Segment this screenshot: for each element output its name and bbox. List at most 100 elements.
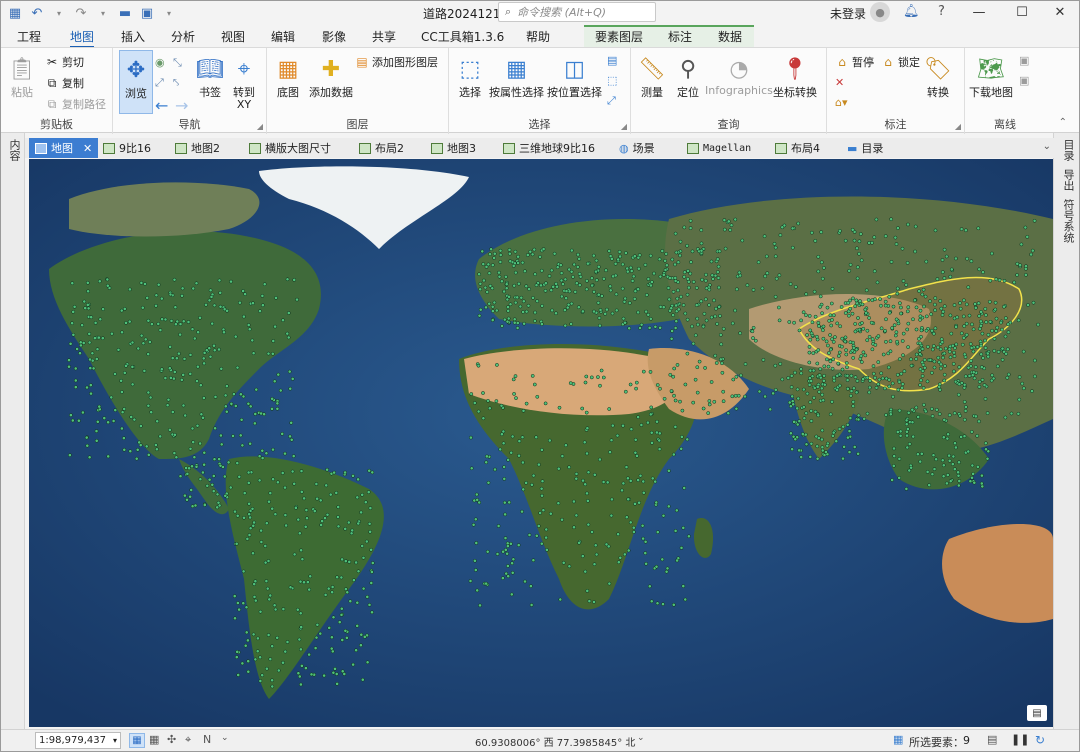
- open-folder-icon[interactable]: ▬: [117, 5, 133, 21]
- remove-label-icon[interactable]: ✕: [835, 76, 844, 89]
- tab-labeling[interactable]: 标注: [668, 28, 692, 45]
- labeling-dialog-launcher-icon[interactable]: ◢: [955, 122, 961, 131]
- pause-labeling-button[interactable]: ⌂ 暂停: [835, 54, 874, 70]
- tab-insert[interactable]: 插入: [121, 28, 145, 45]
- explore-button[interactable]: ✥ 浏览: [119, 50, 153, 114]
- new-map-icon[interactable]: ▣: [139, 5, 155, 21]
- refresh-icon[interactable]: ↻: [1035, 733, 1045, 747]
- redo-dropdown-icon[interactable]: ▾: [95, 5, 111, 21]
- close-window-button[interactable]: ✕: [1051, 3, 1069, 21]
- view-tab-layout4[interactable]: 布局4: [775, 138, 820, 158]
- table-icon[interactable]: ▤: [987, 733, 997, 746]
- measure-button[interactable]: 📏︎ 测量: [637, 54, 667, 100]
- fixed-zoom-in-icon[interactable]: ⤡: [173, 56, 182, 70]
- customize-dropdown-icon[interactable]: ▾: [161, 5, 177, 21]
- navigate-dialog-launcher-icon[interactable]: ◢: [257, 122, 263, 131]
- convert-labels-button[interactable]: 🏷︎ 转换: [923, 54, 953, 100]
- scale-dropdown-icon[interactable]: ▾: [113, 736, 117, 745]
- convert-coordinates-button[interactable]: 📍︎ 坐标转换: [773, 54, 817, 100]
- add-data-button[interactable]: ✚ 添加数据: [309, 54, 353, 100]
- project-icon[interactable]: ▦: [7, 5, 23, 21]
- point-feature: [88, 366, 93, 370]
- remove-offline-icon[interactable]: ▣: [1019, 74, 1029, 87]
- coordinate-units-dropdown-icon[interactable]: ⌄: [637, 733, 645, 743]
- close-tab-icon[interactable]: ✕: [83, 142, 92, 155]
- contents-pane-tab[interactable]: 内容: [6, 139, 22, 161]
- select-by-location-button[interactable]: ◫ 按位置选择: [547, 54, 602, 100]
- tab-edit[interactable]: 编辑: [271, 28, 295, 45]
- user-avatar-icon[interactable]: ●: [870, 2, 890, 22]
- minimize-button[interactable]: —: [970, 3, 988, 21]
- attributes-icon[interactable]: ▤: [607, 54, 617, 67]
- view-tab-layout2[interactable]: 布局2: [359, 138, 404, 158]
- tab-data[interactable]: 数据: [718, 28, 742, 45]
- view-tab-catalog[interactable]: ▬ 目录: [847, 138, 883, 158]
- fixed-scale-icon[interactable]: ▦: [129, 733, 145, 748]
- redo-icon[interactable]: ↷: [73, 5, 89, 21]
- tab-feature-layer[interactable]: 要素图层: [595, 28, 643, 45]
- bookmarks-button[interactable]: 📖︎ 书签: [195, 54, 225, 100]
- lock-labeling-button[interactable]: ⌂ 锁定: [881, 54, 920, 70]
- cut-button[interactable]: ✂ 剪切: [45, 54, 84, 70]
- undo-icon[interactable]: ↶: [29, 5, 45, 21]
- basemap-button[interactable]: ▦ 底图: [273, 54, 303, 100]
- view-tab-9x16[interactable]: 9比16: [103, 138, 151, 158]
- previous-extent-icon[interactable]: ←: [155, 96, 168, 115]
- snapping-icon[interactable]: ✣: [167, 733, 176, 746]
- view-tab-map[interactable]: 地图 ✕: [29, 138, 99, 158]
- maximize-button[interactable]: ☐: [1013, 3, 1031, 21]
- locate-button[interactable]: ⚲ 定位: [673, 54, 703, 100]
- view-tab-map2[interactable]: 地图2: [175, 138, 220, 158]
- paste-button[interactable]: 📋︎ 粘贴: [7, 54, 37, 100]
- notification-bell-icon[interactable]: 🔔︎: [903, 4, 920, 19]
- crosshair-toggle-icon[interactable]: ⌖: [185, 733, 191, 747]
- sign-in-status[interactable]: 未登录: [830, 5, 866, 22]
- zoom-to-selected-icon[interactable]: ⤢: [607, 94, 616, 108]
- copy-button[interactable]: ⧉ 复制: [45, 75, 84, 91]
- copy-path-button[interactable]: ⧉ 复制路径: [45, 96, 106, 112]
- export-pane-tab[interactable]: 导出: [1060, 169, 1076, 191]
- tab-cc-toolbox[interactable]: CC工具箱1.3.6: [421, 28, 504, 45]
- tab-view[interactable]: 视图: [221, 28, 245, 45]
- download-map-button[interactable]: 🗺︎ 下载地图: [969, 54, 1013, 100]
- north-arrow-icon[interactable]: N: [203, 733, 211, 746]
- view-tab-3d-globe[interactable]: 三维地球9比16: [503, 138, 595, 158]
- pause-drawing-icon[interactable]: ❚❚: [1011, 733, 1029, 746]
- view-tab-landscape-size[interactable]: 横版大图尺寸: [249, 138, 331, 158]
- selection-dialog-launcher-icon[interactable]: ◢: [621, 122, 627, 131]
- map-overview-icon[interactable]: ▤: [1027, 705, 1047, 721]
- tab-imagery[interactable]: 影像: [322, 28, 346, 45]
- help-icon[interactable]: ?: [938, 4, 945, 19]
- coordinate-format-dropdown-icon[interactable]: ⌄: [221, 733, 229, 743]
- view-tab-scene[interactable]: ◍ 场景: [619, 138, 655, 158]
- tab-project[interactable]: 工程: [17, 28, 41, 45]
- catalog-pane-tab[interactable]: 目录: [1060, 139, 1076, 161]
- scale-selector[interactable]: 1:98,979,437 ▾: [35, 732, 121, 749]
- tab-overflow-chevron-icon[interactable]: ⌄: [1043, 141, 1051, 152]
- sync-icon[interactable]: ▣: [1019, 54, 1029, 67]
- select-by-attributes-button[interactable]: ▦ 按属性选择: [489, 54, 544, 100]
- view-tab-magellan[interactable]: Magellan: [687, 138, 751, 158]
- go-to-xy-button[interactable]: ⌖ 转到 XY: [229, 54, 259, 111]
- add-graphics-layer-button[interactable]: ▤ 添加图形图层: [355, 54, 438, 70]
- tab-analysis[interactable]: 分析: [171, 28, 195, 45]
- view-tab-map3[interactable]: 地图3: [431, 138, 476, 158]
- full-extent-icon[interactable]: ◉: [155, 56, 165, 69]
- map-view[interactable]: ▤: [29, 159, 1053, 727]
- label-options-icon[interactable]: ⌂▾: [835, 96, 848, 109]
- undo-dropdown-icon[interactable]: ▾: [51, 5, 67, 21]
- grid-icon[interactable]: ▦: [149, 733, 159, 746]
- select-button[interactable]: ⬚ 选择: [455, 54, 485, 100]
- fixed-zoom-out-icon[interactable]: ⤣: [173, 76, 179, 90]
- tab-help[interactable]: 帮助: [526, 28, 550, 45]
- command-search-box[interactable]: ⌕ 命令搜索 (Alt+Q): [498, 2, 656, 22]
- collapse-ribbon-icon[interactable]: ⌃: [1059, 117, 1067, 128]
- symbology-pane-tab[interactable]: 符号系统: [1060, 199, 1076, 243]
- contents-pane-strip[interactable]: 内容: [1, 133, 25, 729]
- infographics-button[interactable]: ◔ Infographics: [705, 54, 773, 98]
- tab-map[interactable]: 地图: [70, 28, 95, 48]
- tab-share[interactable]: 共享: [372, 28, 396, 45]
- clear-selection-icon[interactable]: ⬚: [607, 74, 617, 87]
- next-extent-icon[interactable]: →: [175, 96, 188, 115]
- zoom-to-selection-icon[interactable]: ⤢: [155, 76, 164, 90]
